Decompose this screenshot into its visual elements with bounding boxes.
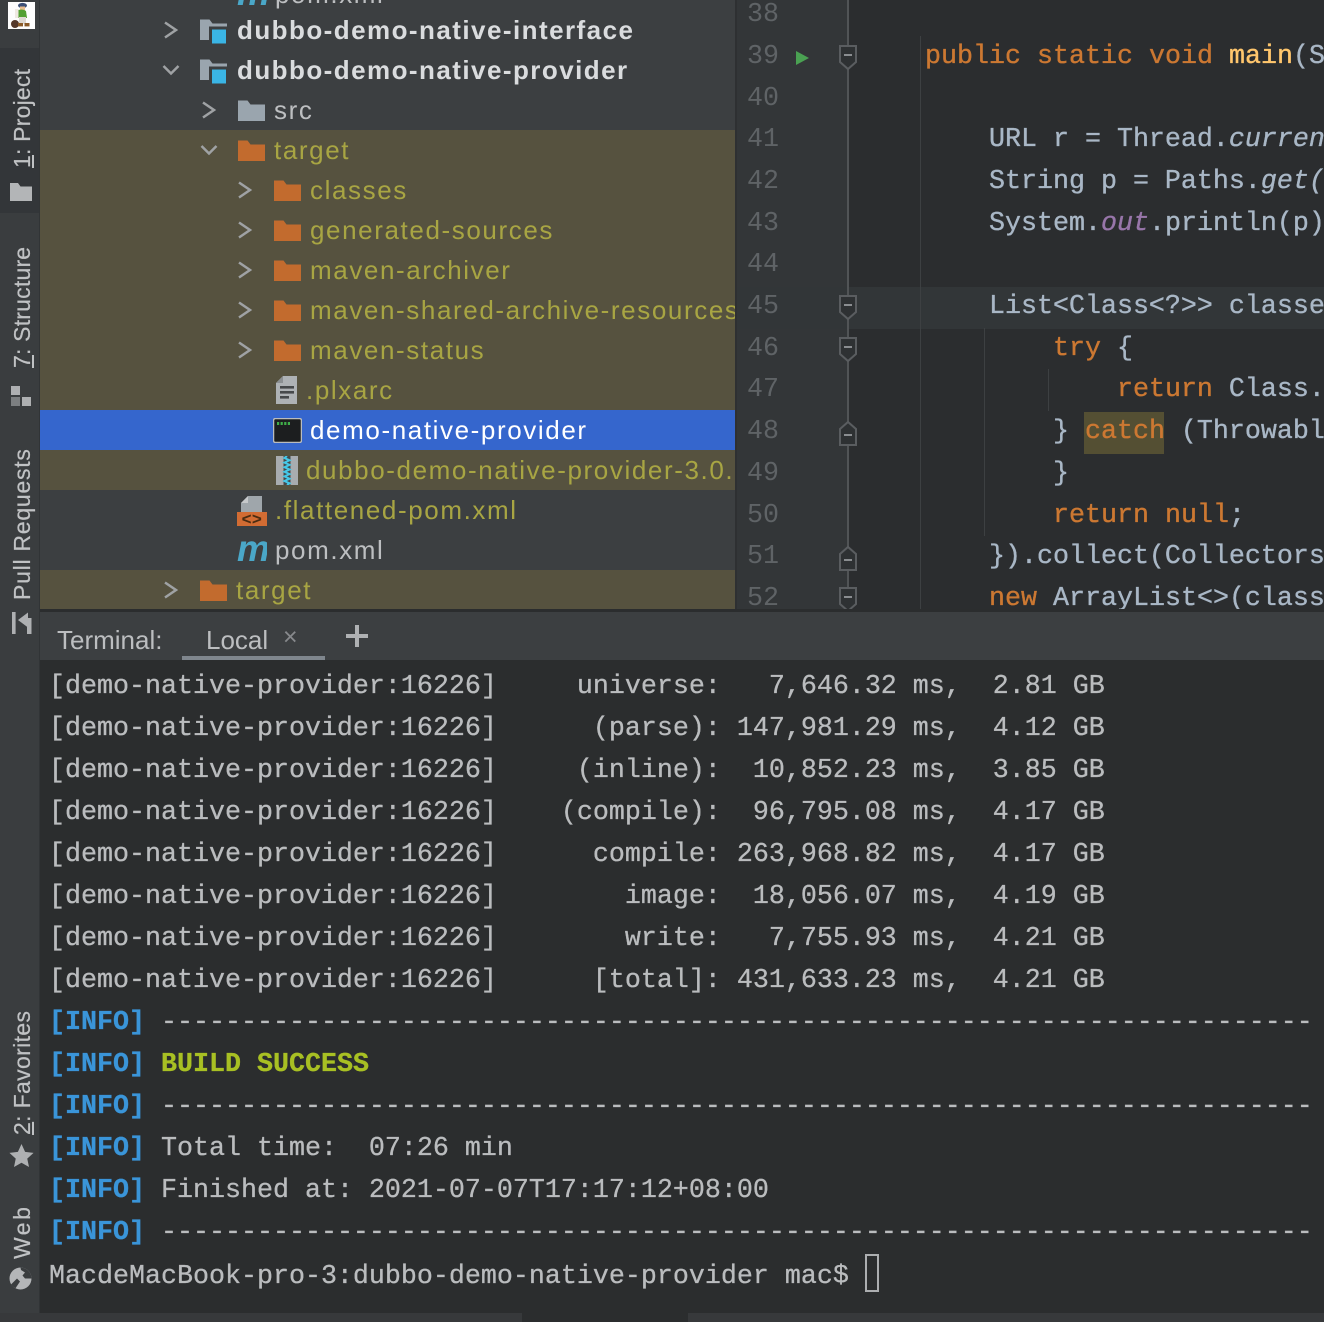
svg-text:m: m bbox=[237, 537, 267, 563]
svg-text:m: m bbox=[237, 0, 267, 7]
svg-text:<>: <> bbox=[242, 511, 262, 526]
